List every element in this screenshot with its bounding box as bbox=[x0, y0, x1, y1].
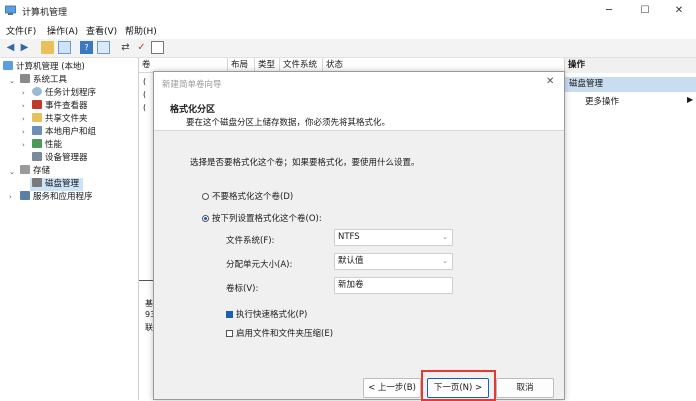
maximize-button[interactable]: ☐ bbox=[628, 0, 662, 22]
menu-file[interactable]: 文件(F) bbox=[6, 24, 36, 37]
disk-icon bbox=[32, 178, 42, 187]
shared-folder-icon bbox=[32, 113, 42, 122]
wizard-heading: 格式化分区 bbox=[170, 105, 216, 115]
tree-disk-management[interactable]: 磁盘管理 bbox=[30, 178, 84, 191]
actions-header: 操作 bbox=[565, 58, 696, 73]
chevron-right-icon[interactable]: › bbox=[22, 141, 25, 149]
checkbox-checked[interactable] bbox=[226, 311, 233, 318]
tree-shared-folders[interactable]: 共享文件夹 bbox=[32, 113, 88, 126]
tree-task-scheduler[interactable]: 任务计划程序 bbox=[32, 87, 96, 100]
disk-label: 基 bbox=[145, 299, 153, 308]
menu-help[interactable]: 帮助(H) bbox=[125, 24, 157, 37]
title-bar: 计算机管理 ─ ☐ ✕ bbox=[0, 0, 696, 22]
chevron-down-icon[interactable]: ⌄ bbox=[9, 77, 15, 85]
performance-icon bbox=[32, 139, 42, 148]
option-format[interactable]: 按下列设置格式化这个卷(O): bbox=[202, 212, 322, 224]
radio-off[interactable] bbox=[202, 193, 209, 200]
computer-management-icon bbox=[5, 5, 16, 15]
compression-checkbox[interactable]: 启用文件和文件夹压缩(E) bbox=[226, 327, 333, 339]
volume-row: ( bbox=[143, 103, 147, 112]
chevron-right-icon[interactable]: › bbox=[22, 89, 25, 97]
minimize-button[interactable]: ─ bbox=[592, 0, 626, 22]
volume-row: ( bbox=[143, 90, 147, 99]
tree-event-viewer[interactable]: 事件查看器 bbox=[32, 100, 88, 113]
quick-format-checkbox[interactable]: 执行快速格式化(P) bbox=[226, 308, 307, 320]
chevron-down-icon[interactable]: ⌄ bbox=[9, 168, 15, 176]
chevron-right-icon[interactable]: › bbox=[9, 193, 12, 201]
back-button[interactable]: < 上一步(B) bbox=[363, 378, 421, 398]
services-icon bbox=[20, 191, 30, 200]
chevron-right-icon[interactable]: ▶ bbox=[687, 95, 693, 104]
wizard-close-icon[interactable]: ✕ bbox=[546, 76, 554, 87]
up-folder-icon[interactable] bbox=[41, 41, 54, 54]
highlight-box bbox=[421, 370, 496, 401]
cancel-button[interactable]: 取消 bbox=[496, 378, 554, 398]
wizard-title-bar: 新建简单卷向导 ✕ bbox=[154, 72, 564, 94]
wizard-prompt: 选择是否要格式化这个卷；如果要格式化，要使用什么设置。 bbox=[190, 158, 420, 168]
window-icon[interactable] bbox=[151, 41, 164, 54]
help-icon[interactable]: ? bbox=[80, 41, 93, 54]
wizard-subheading: 要在这个磁盘分区上储存数据，你必须先将其格式化。 bbox=[186, 118, 391, 128]
toolbar: ◀ ▶ ? ⇄ ✓ bbox=[0, 39, 696, 58]
clock-icon bbox=[32, 87, 42, 96]
chevron-down-icon: ⌄ bbox=[442, 257, 448, 265]
navigation-tree: 计算机管理 (本地) ⌄ 系统工具 › 任务计划程序 › 事件查看器 › 共享文… bbox=[0, 58, 139, 400]
checklist-icon[interactable]: ✓ bbox=[135, 41, 148, 54]
chevron-right-icon[interactable]: › bbox=[22, 115, 25, 123]
window-title: 计算机管理 bbox=[22, 8, 68, 18]
wizard-title: 新建简单卷向导 bbox=[162, 80, 222, 90]
menu-view[interactable]: 查看(V) bbox=[86, 24, 117, 37]
radio-on[interactable] bbox=[202, 215, 209, 222]
event-log-icon bbox=[32, 100, 42, 109]
more-actions-link[interactable]: 更多操作 bbox=[585, 95, 619, 107]
computer-icon bbox=[3, 61, 13, 70]
close-button[interactable]: ✕ bbox=[662, 0, 696, 22]
actions-pane: 操作 磁盘管理 更多操作 ▶ bbox=[564, 58, 696, 400]
properties-icon[interactable] bbox=[97, 41, 110, 54]
disk-status: 联 bbox=[145, 323, 153, 332]
divider bbox=[139, 280, 153, 281]
chevron-down-icon: ⌄ bbox=[442, 233, 448, 241]
tools-icon bbox=[20, 74, 30, 83]
actions-section-disk-management[interactable]: 磁盘管理 bbox=[565, 77, 696, 92]
volume-label-input[interactable]: 新加卷 bbox=[334, 277, 453, 294]
tree-system-tools[interactable]: 系统工具 bbox=[20, 74, 67, 87]
users-icon bbox=[32, 126, 42, 135]
tree-services[interactable]: 服务和应用程序 bbox=[20, 191, 93, 204]
device-icon bbox=[32, 152, 42, 161]
show-hide-tree-icon[interactable] bbox=[58, 41, 71, 54]
menu-action[interactable]: 操作(A) bbox=[47, 24, 78, 37]
filesystem-label: 文件系统(F): bbox=[226, 236, 275, 246]
tree-device-manager[interactable]: 设备管理器 bbox=[32, 152, 88, 165]
menu-bar: 文件(F) 操作(A) 查看(V) 帮助(H) bbox=[0, 22, 696, 39]
storage-icon bbox=[20, 165, 30, 174]
forward-arrow-icon[interactable]: ▶ bbox=[18, 41, 31, 54]
tree-storage[interactable]: 存储 bbox=[20, 165, 50, 178]
allocation-label: 分配单元大小(A): bbox=[226, 260, 293, 270]
allocation-select[interactable]: 默认值 ⌄ bbox=[334, 253, 453, 270]
tree-local-users[interactable]: 本地用户和组 bbox=[32, 126, 96, 139]
checkbox-unchecked[interactable] bbox=[226, 330, 233, 337]
connect-icon[interactable]: ⇄ bbox=[119, 41, 132, 54]
new-simple-volume-wizard: 新建简单卷向导 ✕ 格式化分区 要在这个磁盘分区上储存数据，你必须先将其格式化。… bbox=[153, 71, 565, 401]
chevron-right-icon[interactable]: › bbox=[22, 102, 25, 110]
back-arrow-icon[interactable]: ◀ bbox=[4, 41, 17, 54]
option-no-format[interactable]: 不要格式化这个卷(D) bbox=[202, 190, 293, 202]
volume-label-label: 卷标(V): bbox=[226, 284, 259, 294]
tree-root[interactable]: 计算机管理 (本地) bbox=[3, 61, 85, 74]
tree-performance[interactable]: 性能 bbox=[32, 139, 62, 152]
filesystem-select[interactable]: NTFS ⌄ bbox=[334, 229, 453, 246]
chevron-right-icon[interactable]: › bbox=[22, 128, 25, 136]
volume-row: ( bbox=[143, 77, 147, 86]
wizard-header: 格式化分区 要在这个磁盘分区上储存数据，你必须先将其格式化。 bbox=[154, 94, 564, 131]
